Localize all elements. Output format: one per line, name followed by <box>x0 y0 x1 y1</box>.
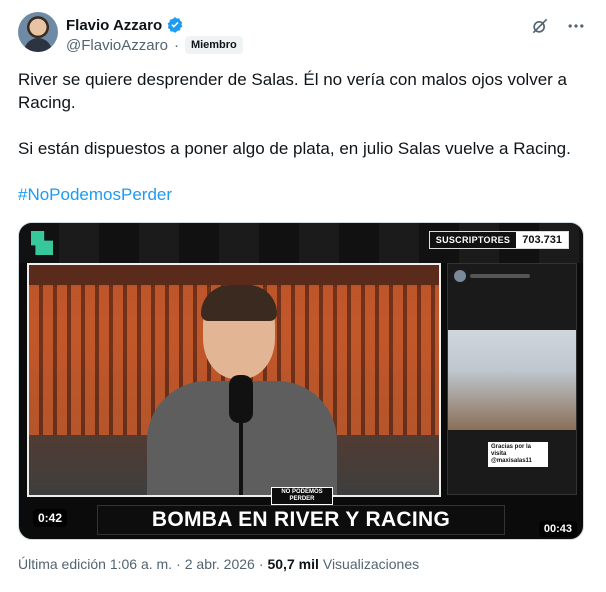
hashtag-link[interactable]: #NoPodemosPerder <box>18 183 588 206</box>
author-avatar[interactable] <box>18 12 58 52</box>
tweet-paragraph-2: Si están dispuestos a poner algo de plat… <box>18 139 571 158</box>
verified-badge-icon <box>166 16 184 34</box>
subscribers-count: 703.731 <box>522 234 562 246</box>
story-photo <box>448 330 576 430</box>
avatar-shirt <box>24 38 52 52</box>
meta-dot-2: · <box>258 556 264 572</box>
header-actions <box>528 14 588 38</box>
author-name[interactable]: Flavio Azzaro <box>66 17 162 34</box>
views-label: Visualizaciones <box>322 556 420 572</box>
author-handle-row: @FlavioAzzaro · Miembro <box>66 35 243 55</box>
tweet-paragraph-1: River se quiere desprender de Salas. Él … <box>18 70 568 112</box>
member-badge[interactable]: Miembro <box>184 36 243 54</box>
grok-slash-icon[interactable] <box>528 14 552 38</box>
host-hair <box>201 285 277 321</box>
host-figure <box>129 285 349 495</box>
story-avatar <box>454 270 466 282</box>
mic-arm <box>239 419 243 495</box>
author-name-row: Flavio Azzaro <box>66 15 184 35</box>
microphone-icon <box>229 375 253 423</box>
tweet-header: Flavio Azzaro @FlavioAzzaro · Miembro <box>18 12 588 56</box>
video-player[interactable]: SUSCRIPTORES 703.731 Gracias por la visi… <box>18 222 584 540</box>
tweet-text: River se quiere desprender de Salas. Él … <box>18 68 588 206</box>
cam-wall <box>29 265 439 287</box>
more-dots-icon[interactable] <box>564 14 588 38</box>
post-date[interactable]: 2 abr. 2026 <box>185 556 255 572</box>
tweet-meta: Última edición 1:06 a. m. · 2 abr. 2026 … <box>18 556 419 572</box>
story-user <box>454 270 530 282</box>
story-caption: Gracias por la visita @maxisalas11 <box>488 442 548 467</box>
headline-text: BOMBA EN RIVER Y RACING <box>151 508 451 531</box>
elapsed-time-chip: 0:42 <box>33 509 68 527</box>
headline-banner: BOMBA EN RIVER Y RACING <box>97 505 505 535</box>
edited-timestamp[interactable]: Última edición 1:06 a. m. <box>18 556 172 572</box>
host-camera-frame <box>27 263 441 497</box>
subscribers-label: SUSCRIPTORES <box>429 232 517 248</box>
show-logo: NO PODEMOS PERDER <box>271 487 333 505</box>
instagram-story-panel: Gracias por la visita @maxisalas11 <box>447 263 577 495</box>
separator-dot: · <box>173 36 179 54</box>
meta-dot-1: · <box>176 556 181 572</box>
duration-chip: 00:43 <box>538 521 577 537</box>
subscribers-counter: SUSCRIPTORES 703.731 <box>428 231 569 249</box>
views-count: 50,7 mil <box>267 556 319 572</box>
author-handle[interactable]: @FlavioAzzaro <box>66 37 168 54</box>
story-username-bar <box>470 274 530 278</box>
